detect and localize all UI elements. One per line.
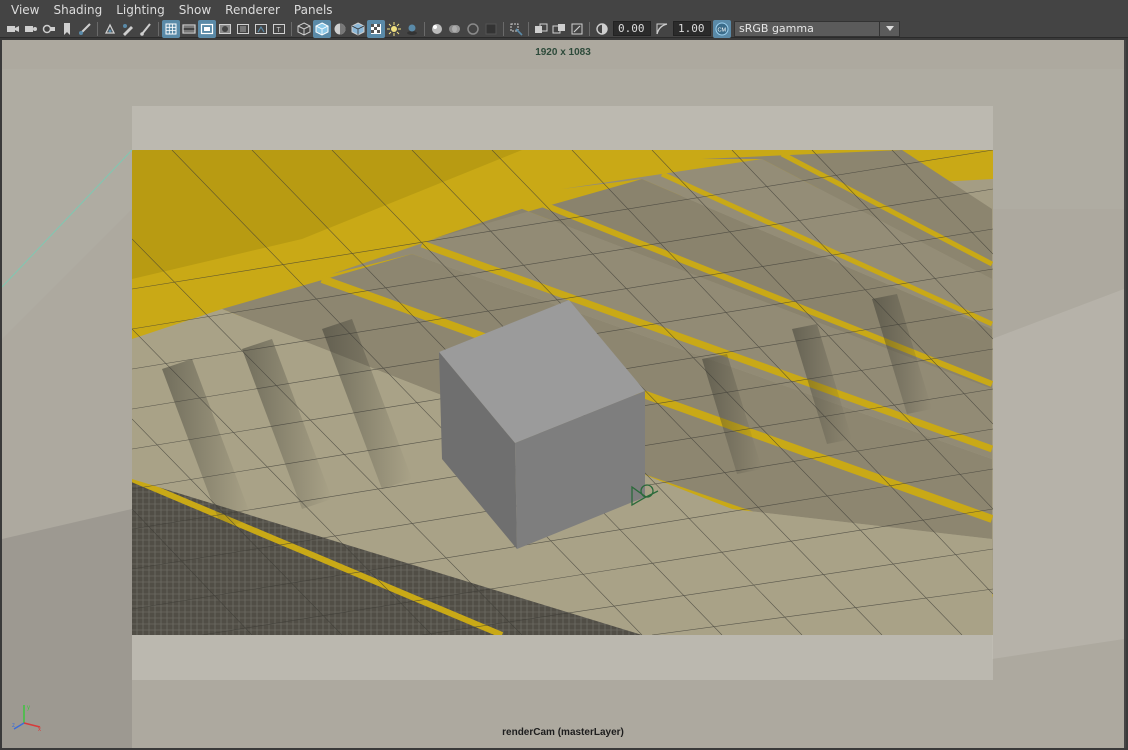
chevron-down-icon[interactable]	[880, 20, 900, 37]
anti-aliasing-icon[interactable]	[464, 20, 482, 38]
2d-pan-zoom-icon[interactable]	[101, 20, 119, 38]
svg-text:y: y	[27, 705, 30, 711]
field-chart-icon[interactable]	[234, 20, 252, 38]
bookmark-icon[interactable]	[58, 20, 76, 38]
toolbar-separator	[424, 21, 425, 36]
view-transform-dropdown[interactable]: sRGB gamma	[734, 20, 880, 37]
use-all-lights-icon[interactable]	[385, 20, 403, 38]
textured-icon[interactable]	[367, 19, 385, 38]
camera-tools-icon[interactable]	[40, 20, 58, 38]
menu-show[interactable]: Show	[172, 0, 218, 20]
axis-indicator-icon: y x z	[12, 705, 41, 731]
menu-shading[interactable]: Shading	[46, 0, 109, 20]
menu-renderer[interactable]: Renderer	[218, 0, 287, 20]
gate-mask-icon[interactable]	[216, 20, 234, 38]
toolbar-separator	[503, 21, 504, 36]
svg-text:x: x	[38, 727, 41, 731]
depth-of-field-icon[interactable]	[482, 20, 500, 38]
svg-text:z: z	[12, 723, 15, 729]
paint-brush-icon[interactable]	[137, 20, 155, 38]
screen-space-ao-icon[interactable]	[428, 20, 446, 38]
image-plane-icon[interactable]	[76, 20, 94, 38]
camera-viewport[interactable]: 1920 x 1083 renderCam (masterLayer) y x …	[2, 39, 1124, 748]
motion-blur-icon[interactable]	[446, 20, 464, 38]
isolate-select-icon[interactable]	[507, 20, 525, 38]
image-plane	[2, 39, 1124, 748]
xray-active-icon[interactable]	[550, 20, 568, 38]
xray-joints-icon[interactable]	[568, 20, 586, 38]
resolution-gate-icon[interactable]	[198, 19, 216, 38]
grease-pencil-icon[interactable]	[119, 20, 137, 38]
toolbar-separator	[97, 21, 98, 36]
select-camera-icon[interactable]	[4, 20, 22, 38]
toolbar-separator	[589, 21, 590, 36]
menu-view[interactable]: View	[4, 0, 46, 20]
resolution-label: 1920 x 1083	[535, 47, 591, 58]
film-gate-icon[interactable]	[180, 20, 198, 38]
toolbar-separator	[158, 21, 159, 36]
gamma-icon[interactable]	[653, 20, 671, 38]
exposure-field[interactable]: 0.00	[613, 21, 651, 36]
toolbar-separator	[291, 21, 292, 36]
camera-attributes-icon[interactable]	[22, 20, 40, 38]
xray-icon[interactable]	[532, 20, 550, 38]
grid-icon[interactable]	[162, 19, 180, 38]
menu-lighting[interactable]: Lighting	[109, 0, 172, 20]
smooth-shade-icon[interactable]	[313, 19, 331, 38]
default-material-icon[interactable]	[331, 20, 349, 38]
exposure-icon[interactable]	[593, 20, 611, 38]
wireframe-icon[interactable]	[295, 20, 313, 38]
safe-title-icon[interactable]: T	[270, 20, 288, 38]
toolbar-separator	[528, 21, 529, 36]
color-management-icon[interactable]: CM	[713, 19, 731, 38]
panel-menu-bar: View Shading Lighting Show Renderer Pane…	[0, 0, 1128, 20]
safe-action-icon[interactable]	[252, 20, 270, 38]
shadows-icon[interactable]	[403, 20, 421, 38]
svg-text:T: T	[277, 27, 282, 34]
gamma-field[interactable]: 1.00	[673, 21, 711, 36]
menu-panels[interactable]: Panels	[287, 0, 340, 20]
wireframe-on-shaded-icon[interactable]	[349, 20, 367, 38]
panel-toolbar: T 0.00 1.00 CM sRGB gamma	[0, 19, 1128, 38]
camera-name-label: renderCam (masterLayer)	[502, 727, 624, 738]
svg-text:CM: CM	[718, 27, 727, 33]
